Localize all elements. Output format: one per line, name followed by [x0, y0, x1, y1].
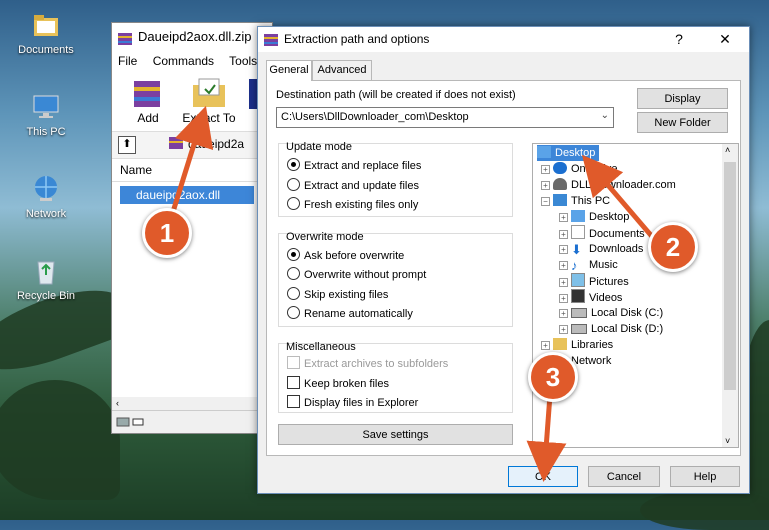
arrow-to-ok: [526, 394, 567, 482]
arrow-to-desktop: [581, 154, 657, 242]
arrow-to-extract-to: [169, 105, 214, 216]
annotation-badge-3: 3: [528, 352, 578, 402]
annotation-badge-2: 2: [648, 222, 698, 272]
annotation-badge-1: 1: [142, 208, 192, 258]
